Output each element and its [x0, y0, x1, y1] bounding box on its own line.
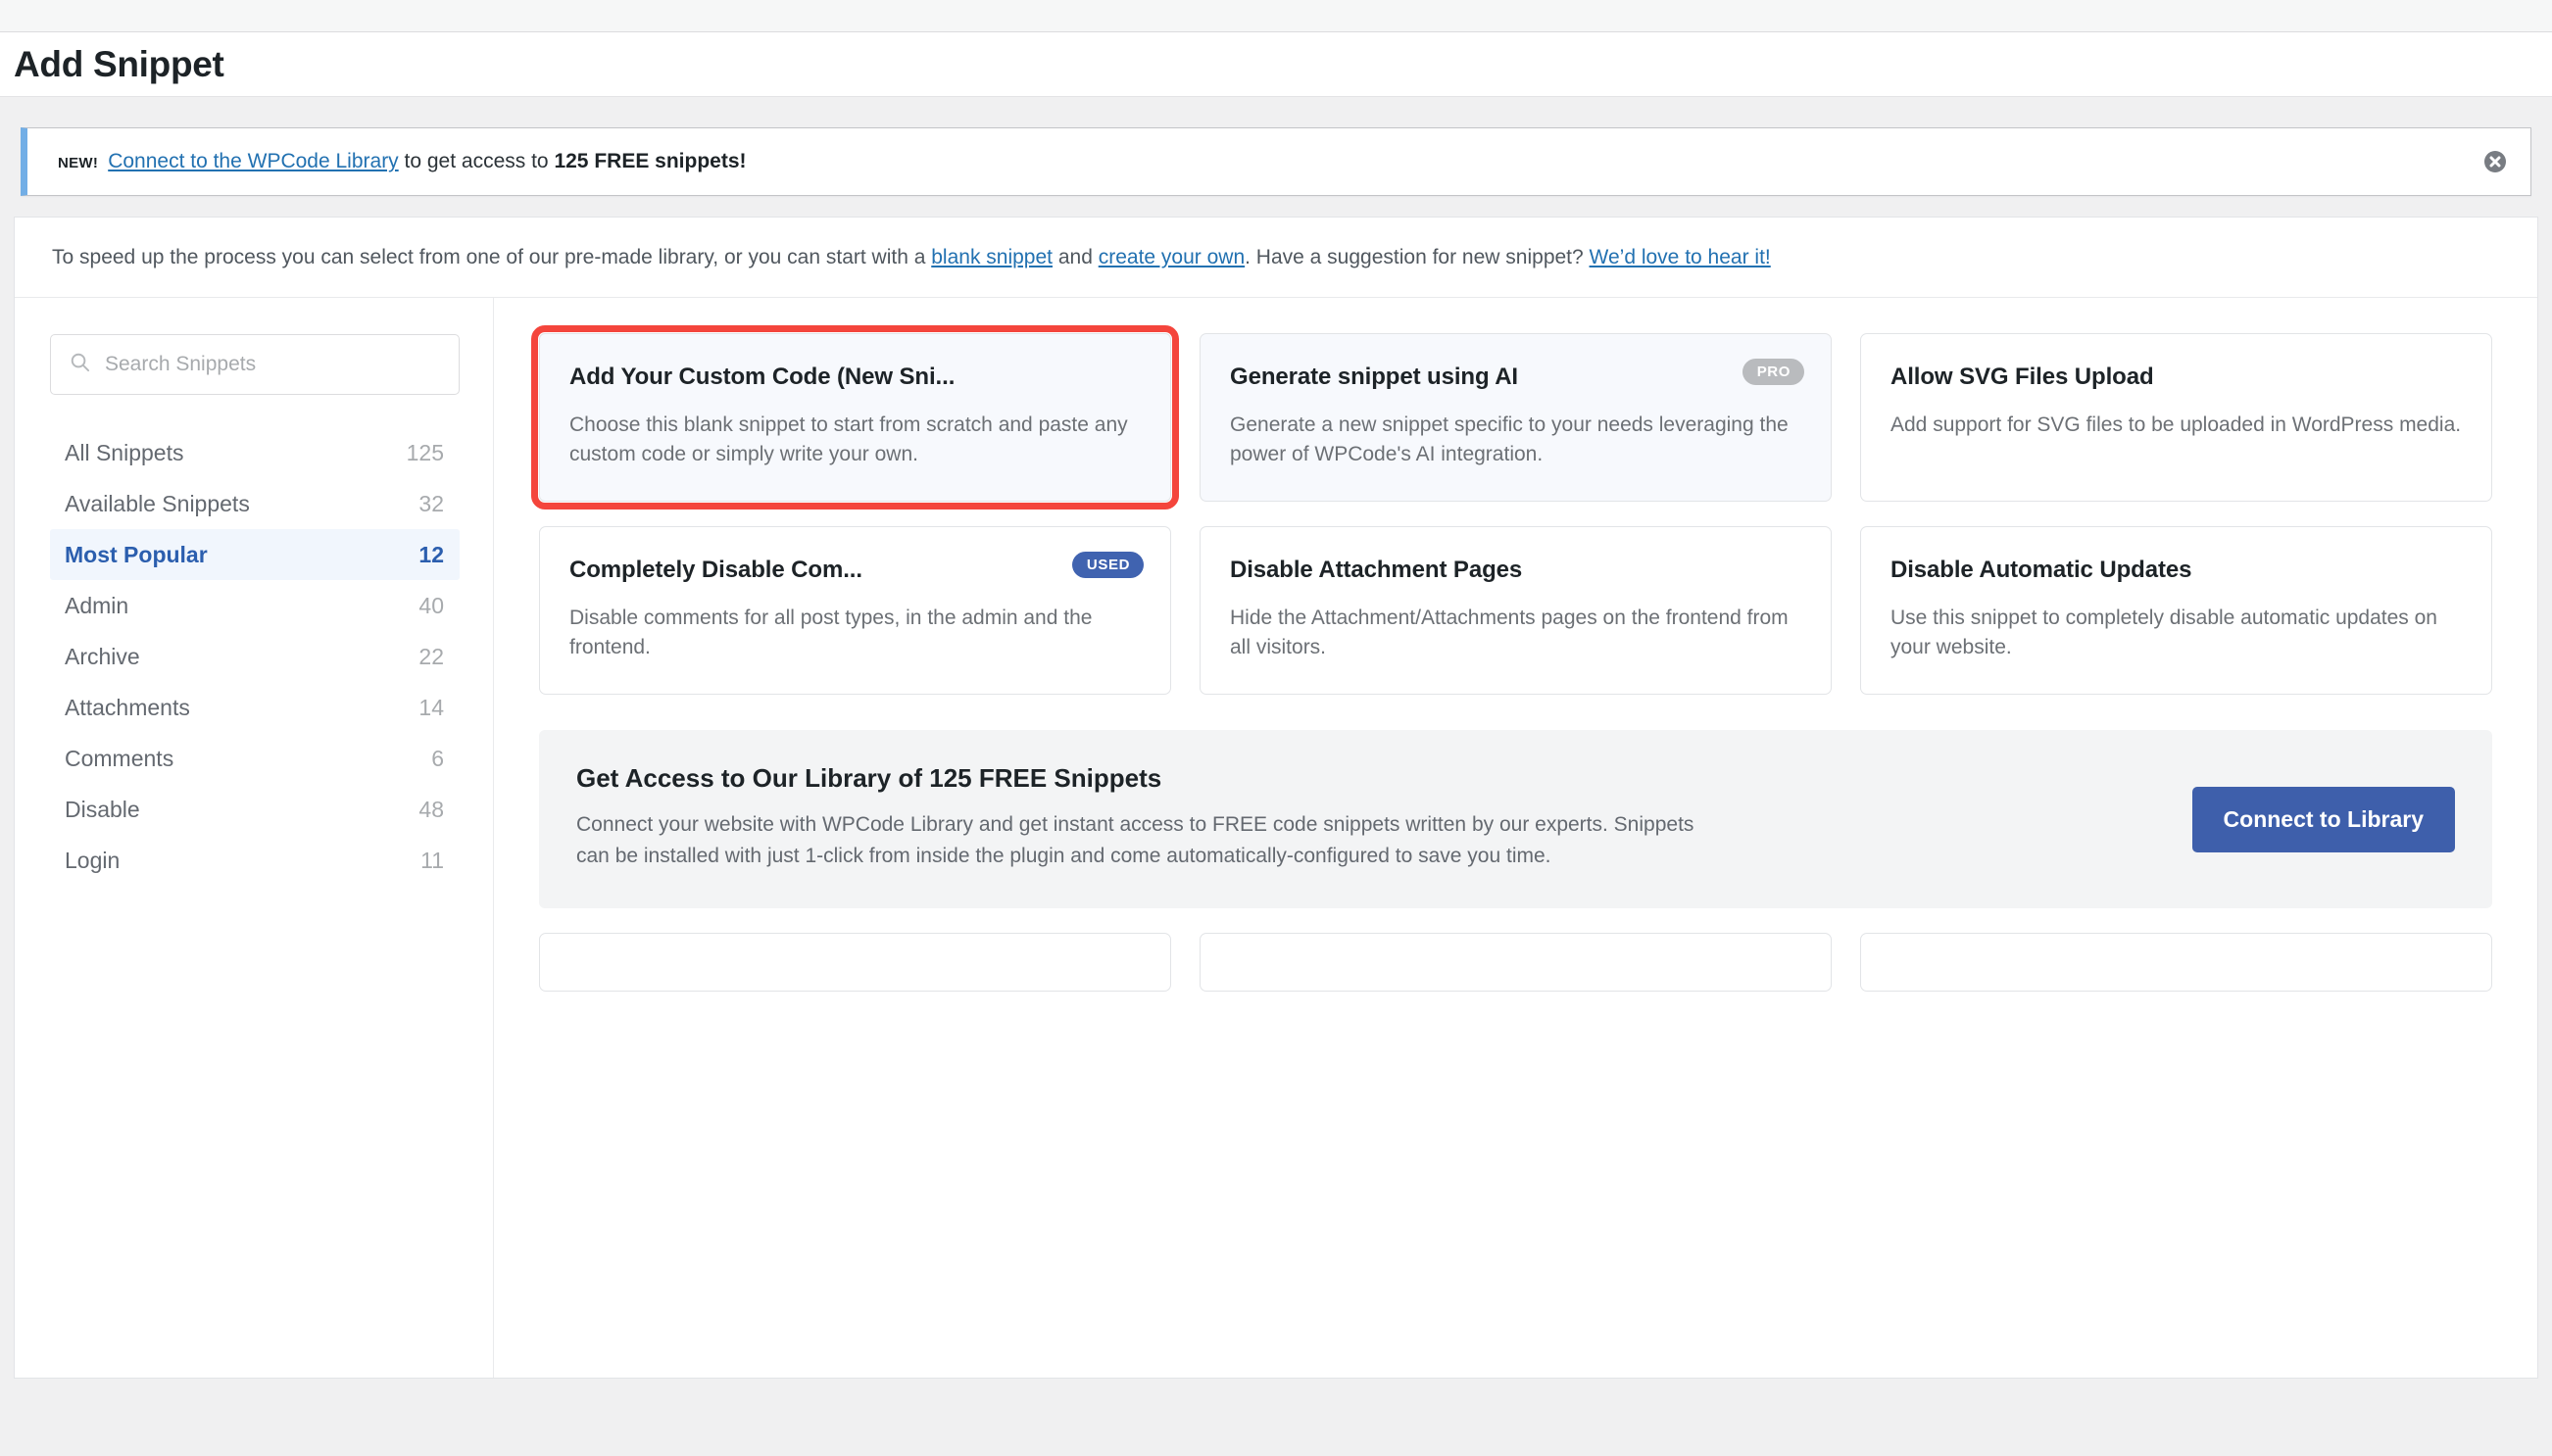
notice-strong-text: 125 FREE snippets! — [554, 150, 746, 172]
snippet-card[interactable]: Disable Automatic Updates Use this snippe… — [1860, 526, 2492, 695]
sidebar-item-count: 6 — [431, 746, 444, 772]
search-input[interactable] — [105, 353, 441, 376]
sidebar-item-label: Most Popular — [65, 542, 208, 568]
new-label: NEW! — [58, 154, 98, 173]
sidebar-item-login[interactable]: Login 11 — [50, 835, 460, 886]
notice-area: NEW! Connect to the WPCode Library to ge… — [0, 97, 2552, 217]
snippet-card-title: Generate snippet using AI — [1230, 364, 1801, 391]
intro-part-3: . Have a suggestion for new snippet? — [1245, 246, 1589, 268]
blank-snippet-link[interactable]: blank snippet — [931, 246, 1053, 268]
page-title: Add Snippet — [14, 44, 224, 85]
sidebar-item-count: 11 — [420, 848, 444, 874]
snippet-card-description: Hide the Attachment/Attachments pages on… — [1230, 604, 1801, 662]
intro-text: To speed up the process you can select f… — [52, 244, 1771, 270]
notice-text: NEW! Connect to the WPCode Library to ge… — [58, 148, 747, 174]
promo-text-block: Get Access to Our Library of 125 FREE Sn… — [576, 763, 1733, 871]
snippet-card[interactable]: Generate snippet using AI Generate a new … — [1200, 333, 1832, 502]
sidebar-item-label: Attachments — [65, 695, 190, 721]
library-promo-banner: Get Access to Our Library of 125 FREE Sn… — [539, 730, 2492, 908]
sidebar-item-count: 40 — [418, 593, 444, 619]
pro-badge: PRO — [1742, 359, 1804, 385]
snippet-card-title: Disable Attachment Pages — [1230, 557, 1801, 584]
sidebar-item-count: 14 — [418, 695, 444, 721]
notice-middle-text: to get access to — [399, 150, 555, 172]
library-notice: NEW! Connect to the WPCode Library to ge… — [21, 127, 2531, 196]
sidebar-item-count: 32 — [418, 491, 444, 517]
promo-description: Connect your website with WPCode Library… — [576, 809, 1733, 871]
sidebar-item-label: Disable — [65, 797, 140, 823]
snippet-card-title: Add Your Custom Code (New Sni... — [569, 364, 1141, 391]
admin-top-bar — [0, 0, 2552, 32]
snippet-card-description: Use this snippet to completely disable a… — [1890, 604, 2462, 662]
suggest-snippet-link[interactable]: We’d love to hear it! — [1590, 246, 1771, 268]
search-icon — [69, 351, 91, 378]
sidebar-item-archive[interactable]: Archive 22 — [50, 631, 460, 682]
sidebar-item-count: 48 — [418, 797, 444, 823]
intro-part-2: and — [1053, 246, 1099, 268]
snippet-card[interactable]: Allow SVG Files Upload Add support for SV… — [1860, 333, 2492, 502]
sidebar-item-label: Archive — [65, 644, 140, 670]
create-your-own-link[interactable]: create your own — [1099, 246, 1245, 268]
snippet-card[interactable] — [1200, 933, 1832, 992]
sidebar-item-label: Available Snippets — [65, 491, 250, 517]
sidebar-item-all-snippets[interactable]: All Snippets 125 — [50, 427, 460, 478]
category-list: All Snippets 125 Available Snippets 32 Most … — [50, 427, 460, 886]
snippet-card-title: Completely Disable Com... — [569, 557, 1141, 584]
snippet-content-area: Add Your Custom Code (New Sni... Choose t… — [494, 298, 2537, 1378]
sidebar-item-most-popular[interactable]: Most Popular 12 — [50, 529, 460, 580]
sidebar-item-label: Comments — [65, 746, 173, 772]
sidebar-item-admin[interactable]: Admin 40 — [50, 580, 460, 631]
sidebar-item-comments[interactable]: Comments 6 — [50, 733, 460, 784]
sidebar-item-available-snippets[interactable]: Available Snippets 32 — [50, 478, 460, 529]
sidebar-item-label: Login — [65, 848, 120, 874]
sidebar-item-count: 12 — [418, 542, 444, 568]
category-sidebar: All Snippets 125 Available Snippets 32 Most … — [15, 298, 494, 1378]
snippet-card[interactable]: Completely Disable Com... Disable comment… — [539, 526, 1171, 695]
snippet-card[interactable]: Add Your Custom Code (New Sni... Choose t… — [539, 333, 1171, 502]
connect-library-link[interactable]: Connect to the WPCode Library — [108, 150, 398, 172]
panel-intro-row: To speed up the process you can select f… — [15, 218, 2537, 298]
snippet-card-description: Generate a new snippet specific to your … — [1230, 411, 1801, 469]
sidebar-item-label: All Snippets — [65, 440, 183, 466]
snippet-library-panel: To speed up the process you can select f… — [14, 217, 2538, 1379]
used-badge: USED — [1072, 552, 1144, 578]
snippet-card-description: Disable comments for all post types, in … — [569, 604, 1141, 662]
snippet-card-description: Choose this blank snippet to start from … — [569, 411, 1141, 469]
panel-body: All Snippets 125 Available Snippets 32 Most … — [15, 298, 2537, 1378]
close-circle-icon[interactable] — [2481, 148, 2509, 175]
intro-part-1: To speed up the process you can select f… — [52, 246, 931, 268]
sidebar-item-disable[interactable]: Disable 48 — [50, 784, 460, 835]
sidebar-item-count: 125 — [407, 440, 444, 466]
snippet-card-title: Disable Automatic Updates — [1890, 557, 2462, 584]
snippet-card-grid: Add Your Custom Code (New Sni... Choose t… — [539, 333, 2492, 695]
snippet-card[interactable] — [539, 933, 1171, 992]
sidebar-item-attachments[interactable]: Attachments 14 — [50, 682, 460, 733]
sidebar-item-label: Admin — [65, 593, 128, 619]
snippet-card[interactable] — [1860, 933, 2492, 992]
connect-to-library-button[interactable]: Connect to Library — [2192, 787, 2455, 852]
snippet-card-grid-next-row — [539, 933, 2492, 992]
snippet-card[interactable]: Disable Attachment Pages Hide the Attachm… — [1200, 526, 1832, 695]
promo-title: Get Access to Our Library of 125 FREE Sn… — [576, 763, 1733, 794]
search-snippets-box[interactable] — [50, 334, 460, 395]
page-header: Add Snippet — [0, 32, 2552, 97]
snippet-card-description: Add support for SVG files to be uploaded… — [1890, 411, 2462, 440]
snippet-card-title: Allow SVG Files Upload — [1890, 364, 2462, 391]
sidebar-item-count: 22 — [418, 644, 444, 670]
